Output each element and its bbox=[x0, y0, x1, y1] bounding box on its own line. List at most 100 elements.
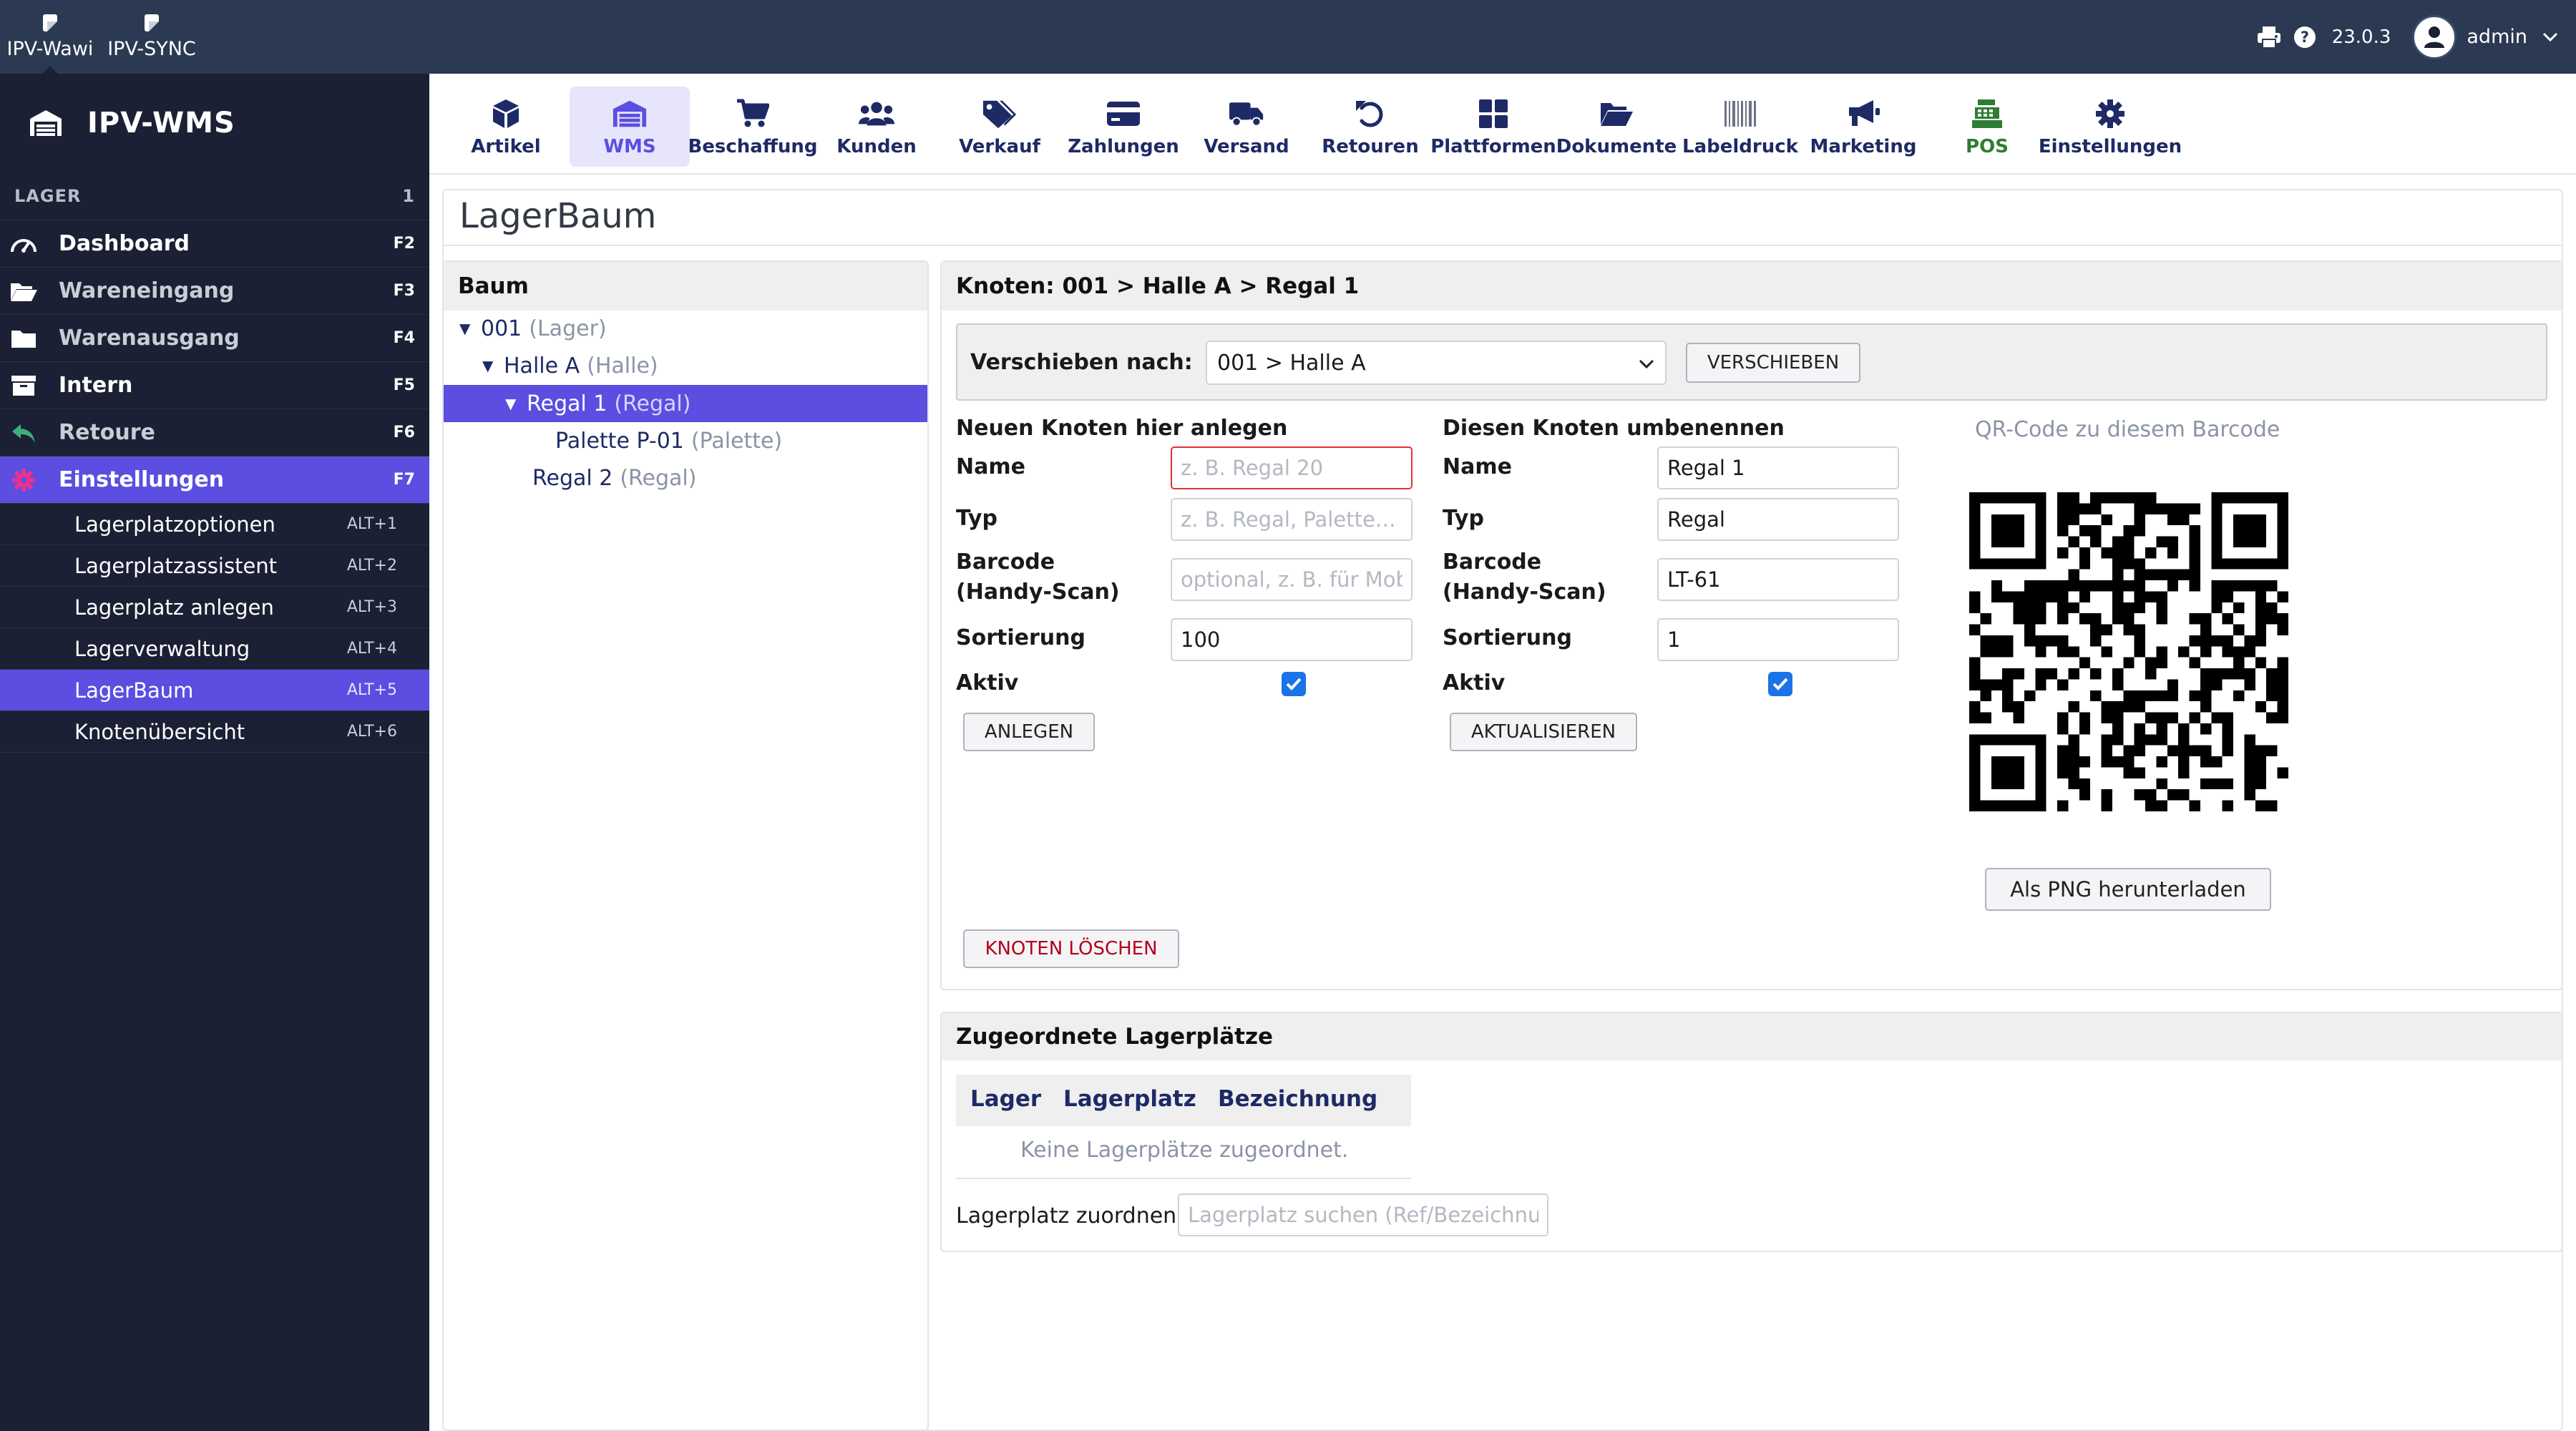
module-verkauf[interactable]: Verkauf bbox=[940, 87, 1060, 167]
divider bbox=[0, 752, 429, 753]
rename-name-label: Name bbox=[1443, 454, 1512, 479]
tree-node-type: (Halle) bbox=[587, 353, 658, 378]
move-button[interactable]: VERSCHIEBEN bbox=[1686, 343, 1860, 383]
create-name-input[interactable] bbox=[1171, 446, 1413, 489]
create-active-checkbox[interactable] bbox=[1282, 672, 1306, 696]
help-icon[interactable]: ? bbox=[2292, 24, 2318, 50]
submenu-item-label: Knotenübersicht bbox=[74, 719, 245, 744]
shortcut-key: F3 bbox=[393, 282, 415, 300]
caret-down-icon[interactable]: ▼ bbox=[459, 320, 481, 337]
module-wms[interactable]: WMS bbox=[570, 87, 690, 167]
page-title: LagerBaum bbox=[459, 196, 657, 236]
create-sort-label: Sortierung bbox=[956, 625, 1085, 650]
shortcut-key: F4 bbox=[393, 329, 415, 347]
rename-sort-input[interactable] bbox=[1657, 618, 1899, 661]
submenu-item-lagerbaum[interactable]: LagerBaum ALT+5 bbox=[0, 669, 429, 710]
tree-node-type: (Regal) bbox=[620, 465, 697, 491]
tree-node-name: Palette P-01 bbox=[555, 428, 684, 454]
shortcut-key: ALT+1 bbox=[346, 515, 397, 533]
rename-barcode-input[interactable] bbox=[1657, 558, 1899, 601]
module-label: Retouren bbox=[1322, 136, 1419, 157]
submenu-item-knotenuebersicht[interactable]: Knotenübersicht ALT+6 bbox=[0, 710, 429, 752]
assign-location-search-input[interactable] bbox=[1178, 1193, 1548, 1236]
archive-box-icon bbox=[9, 371, 39, 401]
sidebar: IPV-WMS LAGER 1 Dashboard F2 Wareneingan… bbox=[0, 74, 429, 1431]
module-label: Versand bbox=[1204, 136, 1289, 157]
empty-table-message: Keine Lagerplätze zugeordnet. bbox=[1020, 1138, 1349, 1163]
section-count: 1 bbox=[402, 186, 415, 206]
tree-node-palette-p01[interactable]: Palette P-01 (Palette) bbox=[555, 423, 782, 459]
brand[interactable]: IPV-WMS bbox=[0, 74, 429, 172]
folder-icon bbox=[9, 323, 39, 353]
tree-node-001[interactable]: ▼ 001 (Lager) bbox=[459, 311, 607, 346]
create-sort-input[interactable] bbox=[1171, 618, 1413, 661]
reply-arrow-icon bbox=[9, 418, 39, 448]
module-beschaffung[interactable]: Beschaffung bbox=[688, 87, 818, 167]
rename-name-input[interactable] bbox=[1657, 446, 1899, 489]
sidebar-section-header: LAGER 1 bbox=[0, 172, 429, 220]
create-type-input[interactable] bbox=[1171, 498, 1413, 541]
sidebar-item-label: Warenausgang bbox=[59, 326, 240, 351]
tree-node-regal-1[interactable]: ▼ Regal 1 (Regal) bbox=[505, 386, 691, 421]
caret-down-icon[interactable]: ▼ bbox=[505, 395, 527, 412]
delete-node-button[interactable]: KNOTEN LÖSCHEN bbox=[963, 929, 1179, 968]
sidebar-item-retoure[interactable]: Retoure F6 bbox=[0, 409, 429, 456]
module-label: POS bbox=[1966, 136, 2009, 157]
sidebar-item-einstellungen[interactable]: Einstellungen F7 bbox=[0, 456, 429, 503]
column-header-lager: Lager bbox=[970, 1086, 1042, 1112]
sidebar-item-intern[interactable]: Intern F5 bbox=[0, 361, 429, 409]
truck-icon bbox=[1229, 96, 1264, 132]
module-plattformen[interactable]: Plattformen bbox=[1430, 87, 1556, 167]
cart-icon bbox=[735, 96, 771, 132]
move-target-select[interactable]: 001 > Halle A bbox=[1206, 341, 1667, 385]
module-marketing[interactable]: Marketing bbox=[1803, 87, 1923, 167]
sidebar-item-dashboard[interactable]: Dashboard F2 bbox=[0, 220, 429, 267]
submenu-item-lagerplatzassistent[interactable]: Lagerplatzassistent ALT+2 bbox=[0, 544, 429, 586]
username[interactable]: admin bbox=[2467, 26, 2527, 48]
avatar[interactable] bbox=[2412, 14, 2457, 59]
update-button[interactable]: AKTUALISIEREN bbox=[1450, 713, 1637, 751]
module-retouren[interactable]: Retouren bbox=[1310, 87, 1430, 167]
gear-icon bbox=[2092, 96, 2128, 132]
module-versand[interactable]: Versand bbox=[1186, 87, 1307, 167]
tree-node-halle-a[interactable]: ▼ Halle A (Halle) bbox=[482, 348, 658, 384]
module-artikel[interactable]: Artikel bbox=[446, 87, 566, 167]
module-kunden[interactable]: Kunden bbox=[816, 87, 937, 167]
create-barcode-input[interactable] bbox=[1171, 558, 1413, 601]
sidebar-item-warenausgang[interactable]: Warenausgang F4 bbox=[0, 314, 429, 361]
caret-down-icon[interactable]: ▼ bbox=[482, 357, 504, 374]
checkmark-icon bbox=[1286, 678, 1302, 690]
rename-section-title: Diesen Knoten umbenennen bbox=[1443, 416, 1785, 441]
rename-barcode-label: Barcode (Handy-Scan) bbox=[1443, 547, 1606, 607]
chevron-down-icon[interactable] bbox=[2537, 24, 2563, 50]
rename-active-checkbox[interactable] bbox=[1768, 672, 1792, 696]
submenu-item-lagerplatz-anlegen[interactable]: Lagerplatz anlegen ALT+3 bbox=[0, 586, 429, 627]
app-tab-ipv-wawi[interactable]: IPV-Wawi bbox=[6, 0, 94, 74]
brand-title: IPV-WMS bbox=[87, 107, 235, 140]
sidebar-item-wareneingang[interactable]: Wareneingang F3 bbox=[0, 267, 429, 314]
megaphone-icon bbox=[1845, 96, 1881, 132]
submenu-item-lagerplatzoptionen[interactable]: Lagerplatzoptionen ALT+1 bbox=[0, 503, 429, 544]
submenu-item-lagerverwaltung[interactable]: Lagerverwaltung ALT+4 bbox=[0, 627, 429, 669]
assigned-panel-header: Zugeordnete Lagerplätze bbox=[942, 1013, 2562, 1060]
module-dokumente[interactable]: Dokumente bbox=[1556, 87, 1677, 167]
submenu-item-label: Lagerplatzoptionen bbox=[74, 512, 275, 537]
shortcut-key: F5 bbox=[393, 376, 415, 394]
module-labeldruck[interactable]: Labeldruck bbox=[1680, 87, 1800, 167]
create-name-label: Name bbox=[956, 454, 1025, 479]
module-zahlungen[interactable]: Zahlungen bbox=[1063, 87, 1184, 167]
tree-node-name: Halle A bbox=[504, 353, 580, 378]
document-icon bbox=[43, 14, 57, 31]
create-active-label: Aktiv bbox=[956, 670, 1019, 695]
module-einstellungen[interactable]: Einstellungen bbox=[2039, 87, 2182, 167]
shortcut-key: ALT+3 bbox=[346, 598, 397, 616]
rename-type-input[interactable] bbox=[1657, 498, 1899, 541]
create-button[interactable]: ANLEGEN bbox=[963, 713, 1095, 751]
rename-sort-label: Sortierung bbox=[1443, 625, 1572, 650]
download-png-button[interactable]: Als PNG herunterladen bbox=[1985, 868, 2271, 911]
tree-node-regal-2[interactable]: Regal 2 (Regal) bbox=[532, 460, 696, 496]
tree-node-type: (Regal) bbox=[614, 391, 691, 416]
printer-icon[interactable] bbox=[2256, 24, 2282, 50]
app-tab-ipv-sync[interactable]: IPV-SYNC bbox=[104, 0, 199, 74]
module-pos[interactable]: POS bbox=[1927, 87, 2047, 167]
